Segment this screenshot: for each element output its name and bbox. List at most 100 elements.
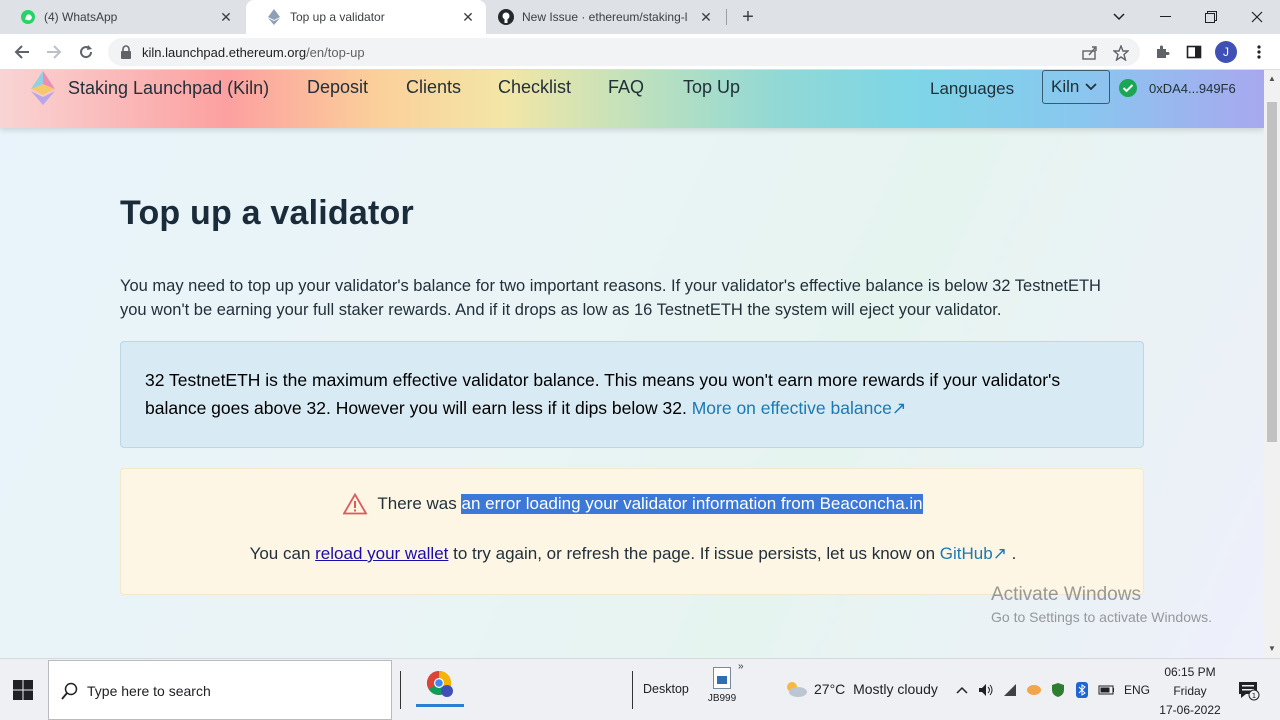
page-viewport: Staking Launchpad (Kiln) Deposit Clients… xyxy=(0,70,1264,658)
tab-search-button[interactable] xyxy=(1096,0,1142,34)
page-title: Top up a validator xyxy=(120,194,414,232)
minimize-button[interactable] xyxy=(1142,0,1188,34)
brand-link[interactable]: Staking Launchpad (Kiln) xyxy=(30,70,269,106)
svg-text:1: 1 xyxy=(1252,692,1256,700)
network-select[interactable]: Kiln xyxy=(1042,70,1110,104)
info-line: 32 TestnetETH is the maximum effective v… xyxy=(145,370,1061,390)
nav-top-up[interactable]: Top Up xyxy=(683,77,740,98)
nav-faq[interactable]: FAQ xyxy=(608,77,644,98)
activate-windows-watermark: Activate Windows Go to Settings to activ… xyxy=(991,584,1212,625)
ethereum-icon xyxy=(266,9,282,25)
error-help-end: . xyxy=(1011,544,1017,563)
system-clock[interactable]: 06:15 PM Friday 17-06-2022 xyxy=(1152,663,1228,720)
effective-balance-link[interactable]: More on effective balance↗ xyxy=(692,398,907,418)
page-scrollbar[interactable]: ▲ ▼ xyxy=(1264,70,1280,658)
clock-day: Friday xyxy=(1173,684,1207,698)
tab-whatsapp[interactable]: (4) WhatsApp ✕ xyxy=(0,0,244,34)
side-panel-icon[interactable] xyxy=(1184,42,1204,62)
intro-line: you won't be earning your full staker re… xyxy=(120,301,1002,319)
network-label: Kiln xyxy=(1051,77,1080,96)
info-line-2: balance goes above 32. However you will … xyxy=(145,394,1105,422)
file-label: JB999 xyxy=(707,693,737,704)
scroll-down-icon[interactable]: ▼ xyxy=(1268,644,1276,653)
watermark-title: Activate Windows xyxy=(991,584,1141,605)
chevron-up-icon[interactable] xyxy=(954,682,970,698)
taskbar-search-box[interactable]: Type here to search xyxy=(48,660,392,720)
tab-title: New Issue · ethereum/staking-lau xyxy=(522,10,688,24)
wallet-status[interactable]: 0xDA4...949F6 xyxy=(1118,78,1236,98)
restore-button[interactable] xyxy=(1188,0,1234,34)
watermark-subtitle: Go to Settings to activate Windows. xyxy=(991,609,1212,625)
site-header: Staking Launchpad (Kiln) Deposit Clients… xyxy=(0,70,1264,128)
weather-condition: Mostly cloudy xyxy=(853,681,938,697)
browser-toolbar: kiln.launchpad.ethereum.org/en/top-up J xyxy=(0,34,1280,70)
tab-separator xyxy=(726,9,727,25)
file-shortcut[interactable]: JB999 xyxy=(704,667,740,704)
scroll-up-icon[interactable]: ▲ xyxy=(1268,74,1276,83)
url-path: /en/top-up xyxy=(306,45,365,60)
image-file-icon xyxy=(713,667,731,689)
reload-wallet-link[interactable]: reload your wallet xyxy=(315,544,448,563)
tab-github-issue[interactable]: New Issue · ethereum/staking-lau ✕ xyxy=(478,0,724,34)
share-icon[interactable] xyxy=(1081,44,1099,62)
error-help-text: You can xyxy=(249,544,311,563)
nav-clients[interactable]: Clients xyxy=(406,77,461,98)
info-text: 32 TestnetETH is the maximum effective v… xyxy=(145,366,1105,422)
battery-icon[interactable] xyxy=(1098,682,1114,698)
effective-balance-info-box: 32 TestnetETH is the maximum effective v… xyxy=(120,341,1144,448)
close-window-button[interactable] xyxy=(1234,0,1280,34)
nav-deposit[interactable]: Deposit xyxy=(307,77,368,98)
languages-link[interactable]: Languages xyxy=(930,79,1014,99)
search-icon xyxy=(61,682,78,700)
new-tab-button[interactable]: + xyxy=(736,6,760,28)
url-text: kiln.launchpad.ethereum.org/en/top-up xyxy=(142,45,365,60)
error-help-text: to try again, or refresh the page. If is… xyxy=(453,544,936,563)
tab-title: Top up a validator xyxy=(290,10,385,24)
desktop-toolbar-label[interactable]: Desktop xyxy=(643,682,689,696)
intro-line: You may need to top up your validator's … xyxy=(120,277,1101,295)
chrome-icon xyxy=(426,671,453,697)
input-language[interactable]: ENG xyxy=(1124,683,1150,697)
app-tray-icon[interactable] xyxy=(1026,682,1042,698)
extensions-icon[interactable] xyxy=(1152,42,1172,62)
github-link[interactable]: GitHub↗ xyxy=(940,544,1007,563)
volume-icon[interactable] xyxy=(978,682,994,698)
info-line: balance goes above 32. However you will … xyxy=(145,398,687,418)
security-shield-icon[interactable] xyxy=(1050,682,1066,698)
windows-start-icon[interactable] xyxy=(12,679,34,701)
check-circle-icon xyxy=(1119,79,1137,97)
github-icon xyxy=(498,9,514,25)
reload-button[interactable] xyxy=(74,40,98,64)
error-selected-text: an error loading your validator informat… xyxy=(461,494,923,514)
arrow-right-icon xyxy=(47,45,62,59)
chrome-taskbar-button[interactable] xyxy=(416,665,464,707)
nav-checklist[interactable]: Checklist xyxy=(498,77,571,98)
back-button[interactable] xyxy=(10,40,34,64)
address-bar[interactable]: kiln.launchpad.ethereum.org/en/top-up xyxy=(108,38,1140,66)
bookmark-star-icon[interactable] xyxy=(1112,44,1130,62)
close-icon[interactable]: ✕ xyxy=(698,9,714,25)
tab-top-up[interactable]: Top up a validator ✕ xyxy=(246,0,486,34)
windows-taskbar: Type here to search Desktop JB999 » 27°C… xyxy=(0,658,1280,720)
scrollbar-thumb[interactable] xyxy=(1267,102,1277,442)
lock-icon[interactable] xyxy=(120,45,132,64)
brand-name: Staking Launchpad (Kiln) xyxy=(68,77,270,98)
forward-button[interactable] xyxy=(42,40,66,64)
bluetooth-icon[interactable] xyxy=(1074,682,1090,698)
close-icon[interactable]: ✕ xyxy=(460,9,476,25)
menu-kebab-icon[interactable] xyxy=(1249,42,1269,62)
search-placeholder: Type here to search xyxy=(87,683,211,699)
ethereum-logo-icon xyxy=(31,71,55,105)
weather-widget[interactable]: 27°C Mostly cloudy xyxy=(784,681,938,697)
toolbar-overflow-icon[interactable]: » xyxy=(738,661,744,672)
close-icon[interactable]: ✕ xyxy=(218,9,234,25)
reload-icon xyxy=(80,45,93,59)
profile-avatar[interactable]: J xyxy=(1215,41,1237,63)
error-box: There was an error loading your validato… xyxy=(120,468,1144,595)
chevron-down-icon xyxy=(1085,83,1097,91)
wifi-icon[interactable] xyxy=(1002,682,1018,698)
notification-center-icon[interactable]: 1 xyxy=(1238,681,1260,701)
error-help: You can reload your wallet to try again,… xyxy=(121,544,1145,564)
warning-icon xyxy=(343,493,368,515)
whatsapp-icon xyxy=(20,9,36,25)
